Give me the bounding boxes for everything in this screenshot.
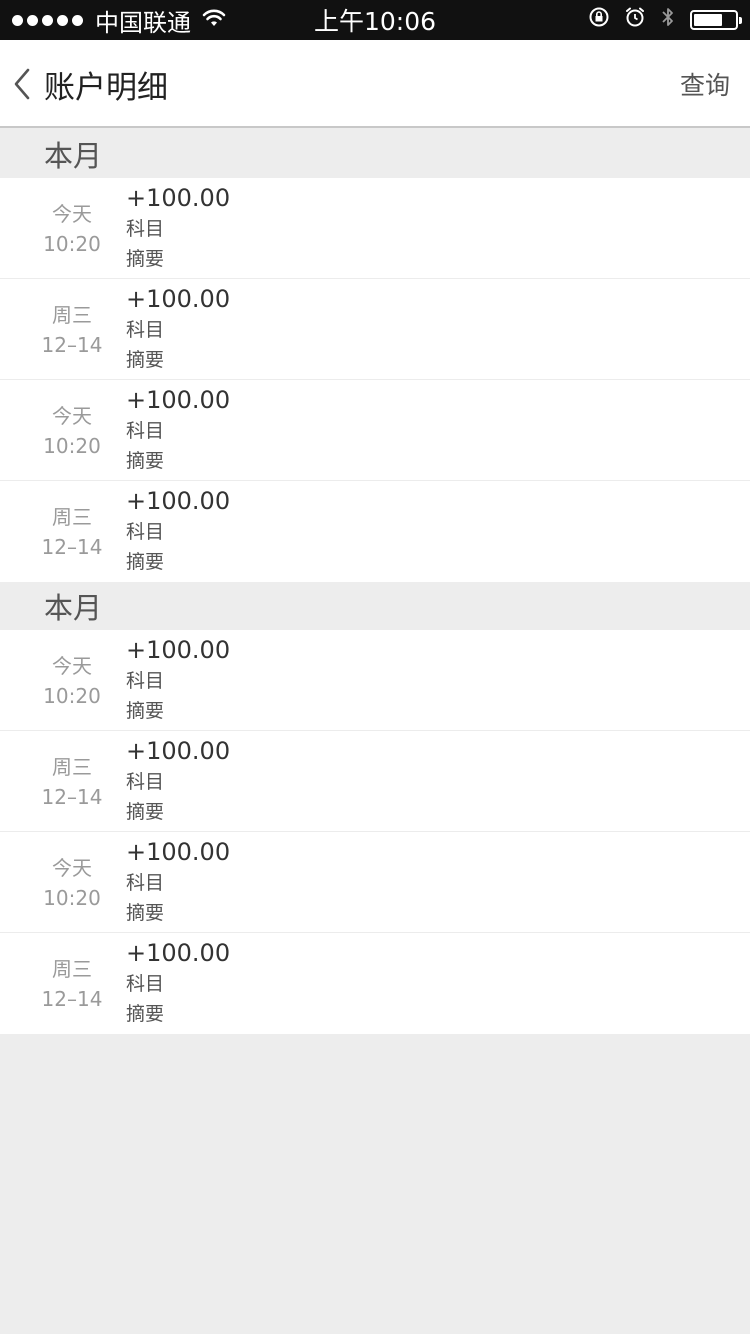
transaction-time: 12–14 <box>41 332 103 357</box>
transaction-day: 周三 <box>52 956 92 981</box>
transaction-time: 10:20 <box>43 231 101 256</box>
transaction-date: 今天 10:20 <box>0 630 144 731</box>
nav-bar: 账户明细 查询 <box>0 40 750 128</box>
transaction-time: 12–14 <box>41 986 103 1011</box>
transaction-subject: 科目 <box>126 973 165 995</box>
transaction-date: 周三 12–14 <box>0 481 144 582</box>
transaction-day: 周三 <box>52 504 92 529</box>
transaction-amount: +100.00 <box>126 838 231 866</box>
transaction-time: 12–14 <box>41 534 103 559</box>
transaction-date: 周三 12–14 <box>0 279 144 380</box>
transaction-subject: 科目 <box>126 771 165 793</box>
transaction-date: 周三 12–14 <box>0 933 144 1034</box>
transaction-date: 今天 10:20 <box>0 178 144 279</box>
transaction-subject: 科目 <box>126 670 165 692</box>
transaction-summary: 摘要 <box>126 801 165 823</box>
transaction-time: 12–14 <box>41 784 103 809</box>
transaction-summary: 摘要 <box>126 700 165 722</box>
transaction-day: 今天 <box>52 201 92 226</box>
transaction-body: +100.00 科目 摘要 <box>126 182 230 274</box>
transaction-summary: 摘要 <box>126 902 165 924</box>
transaction-body: +100.00 科目 摘要 <box>126 836 230 928</box>
transaction-subject: 科目 <box>126 521 165 543</box>
transaction-row[interactable]: 今天 10:20 +100.00 科目 摘要 <box>0 178 750 279</box>
query-button[interactable]: 查询 <box>680 40 730 128</box>
transaction-day: 周三 <box>52 754 92 779</box>
transaction-amount: +100.00 <box>126 184 231 212</box>
alarm-icon <box>624 6 646 34</box>
transaction-list: 本月 今天 10:20 +100.00 科目 摘要 周三 12–14 +100.… <box>0 130 750 1034</box>
section-month-2: 本月 今天 10:20 +100.00 科目 摘要 周三 12–14 +100.… <box>0 582 750 1034</box>
transaction-amount: +100.00 <box>126 737 231 765</box>
transaction-row[interactable]: 今天 10:20 +100.00 科目 摘要 <box>0 630 750 731</box>
transaction-summary: 摘要 <box>126 248 165 270</box>
transaction-summary: 摘要 <box>126 551 165 573</box>
transaction-amount: +100.00 <box>126 939 231 967</box>
transaction-amount: +100.00 <box>126 487 231 515</box>
battery-level <box>694 14 722 26</box>
rotation-lock-icon <box>588 6 610 34</box>
transaction-row[interactable]: 周三 12–14 +100.00 科目 摘要 <box>0 279 750 380</box>
status-bar: 中国联通 上午10:06 <box>0 0 750 40</box>
transaction-subject: 科目 <box>126 872 165 894</box>
section-month-1: 本月 今天 10:20 +100.00 科目 摘要 周三 12–14 +100.… <box>0 130 750 582</box>
transaction-summary: 摘要 <box>126 1003 165 1025</box>
battery-icon <box>690 10 742 30</box>
transaction-body: +100.00 科目 摘要 <box>126 634 230 726</box>
bluetooth-icon <box>660 5 676 35</box>
chevron-left-icon <box>14 68 30 100</box>
transaction-row[interactable]: 今天 10:20 +100.00 科目 摘要 <box>0 832 750 933</box>
transaction-summary: 摘要 <box>126 349 165 371</box>
transaction-body: +100.00 科目 摘要 <box>126 735 230 827</box>
transaction-day: 今天 <box>52 653 92 678</box>
transaction-day: 今天 <box>52 855 92 880</box>
transaction-row[interactable]: 周三 12–14 +100.00 科目 摘要 <box>0 481 750 582</box>
transaction-amount: +100.00 <box>126 636 231 664</box>
transaction-row[interactable]: 周三 12–14 +100.00 科目 摘要 <box>0 933 750 1034</box>
transaction-subject: 科目 <box>126 218 165 240</box>
transaction-row[interactable]: 今天 10:20 +100.00 科目 摘要 <box>0 380 750 481</box>
transaction-date: 周三 12–14 <box>0 731 144 832</box>
transaction-summary: 摘要 <box>126 450 165 472</box>
transaction-body: +100.00 科目 摘要 <box>126 283 230 375</box>
transaction-subject: 科目 <box>126 319 165 341</box>
page-title: 账户明细 <box>44 69 168 106</box>
transaction-body: +100.00 科目 摘要 <box>126 485 230 577</box>
transaction-time: 10:20 <box>43 683 101 708</box>
back-button[interactable] <box>8 62 36 106</box>
transaction-time: 10:20 <box>43 885 101 910</box>
section-header: 本月 <box>0 130 750 178</box>
transaction-subject: 科目 <box>126 420 165 442</box>
transaction-day: 今天 <box>52 403 92 428</box>
transaction-date: 今天 10:20 <box>0 832 144 933</box>
transaction-time: 10:20 <box>43 433 101 458</box>
transaction-day: 周三 <box>52 302 92 327</box>
transaction-amount: +100.00 <box>126 285 231 313</box>
transaction-date: 今天 10:20 <box>0 380 144 481</box>
transaction-body: +100.00 科目 摘要 <box>126 384 230 476</box>
transaction-body: +100.00 科目 摘要 <box>126 937 230 1029</box>
transaction-row[interactable]: 周三 12–14 +100.00 科目 摘要 <box>0 731 750 832</box>
section-header: 本月 <box>0 582 750 630</box>
status-right <box>588 0 742 40</box>
transaction-amount: +100.00 <box>126 386 231 414</box>
